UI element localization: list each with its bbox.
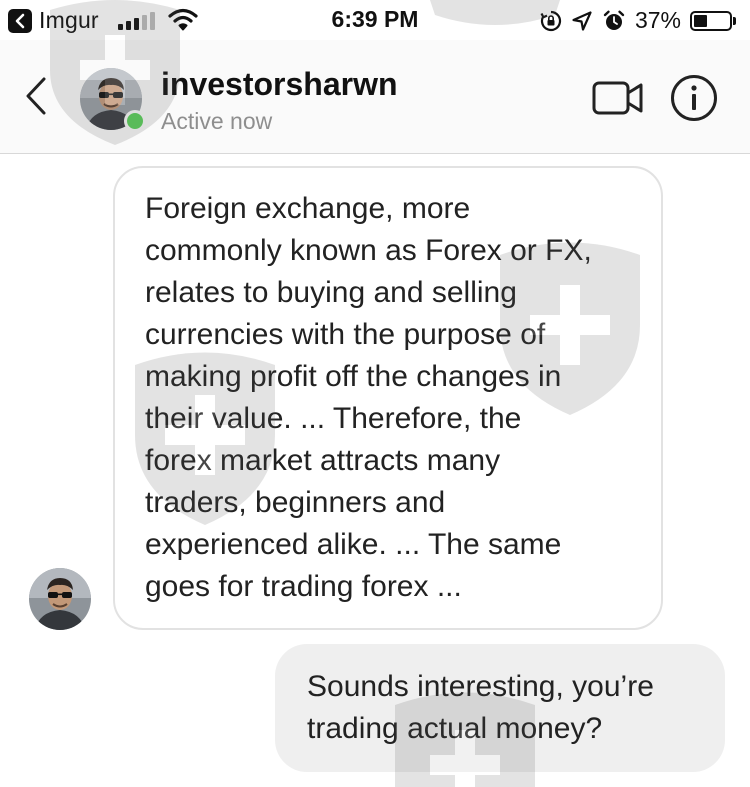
outgoing-message-text: Sounds interesting, you’re trading actua… [307, 666, 707, 750]
screen-rotation-lock-icon [540, 10, 562, 31]
incoming-message-text: Foreign exchange, more commonly known as… [145, 188, 650, 608]
message-line: making profit off the changes in [145, 360, 562, 393]
username[interactable]: investorsharwn [161, 66, 398, 103]
video-call-icon[interactable] [592, 78, 644, 118]
message-line: forex market attracts many [145, 444, 501, 477]
chevron-left-icon[interactable] [20, 76, 50, 116]
battery-percentage: 37% [634, 7, 681, 33]
message-line: Sounds interesting, you’re [307, 670, 654, 703]
message-line: their value. ... Therefore, the [145, 402, 522, 435]
message-line: traders, beginners and [145, 486, 446, 519]
battery-icon [690, 10, 732, 31]
info-icon[interactable] [670, 74, 718, 122]
message-line: commonly known as Forex or FX, [145, 234, 592, 267]
status-indicators: 37% [540, 7, 736, 34]
conversation-header: investorsharwn Active now [0, 40, 750, 154]
message-line: Foreign exchange, more [145, 192, 471, 225]
location-arrow-icon [572, 10, 592, 31]
active-status: Active now [161, 108, 273, 134]
sender-avatar[interactable] [29, 568, 91, 630]
message-line: goes for trading forex ... [145, 570, 462, 603]
status-bar: Imgur 6:39 PM 37% [0, 0, 750, 40]
alarm-clock-icon [603, 10, 625, 30]
dm-thread-screen: Imgur 6:39 PM 37% investorsharwn Active … [0, 0, 750, 787]
message-line: trading actual money? [307, 712, 603, 745]
online-indicator [124, 110, 146, 132]
message-line: experienced alike. ... The same [145, 528, 562, 561]
message-line: relates to buying and selling [145, 276, 517, 309]
message-line: currencies with the purpose of [145, 318, 546, 351]
